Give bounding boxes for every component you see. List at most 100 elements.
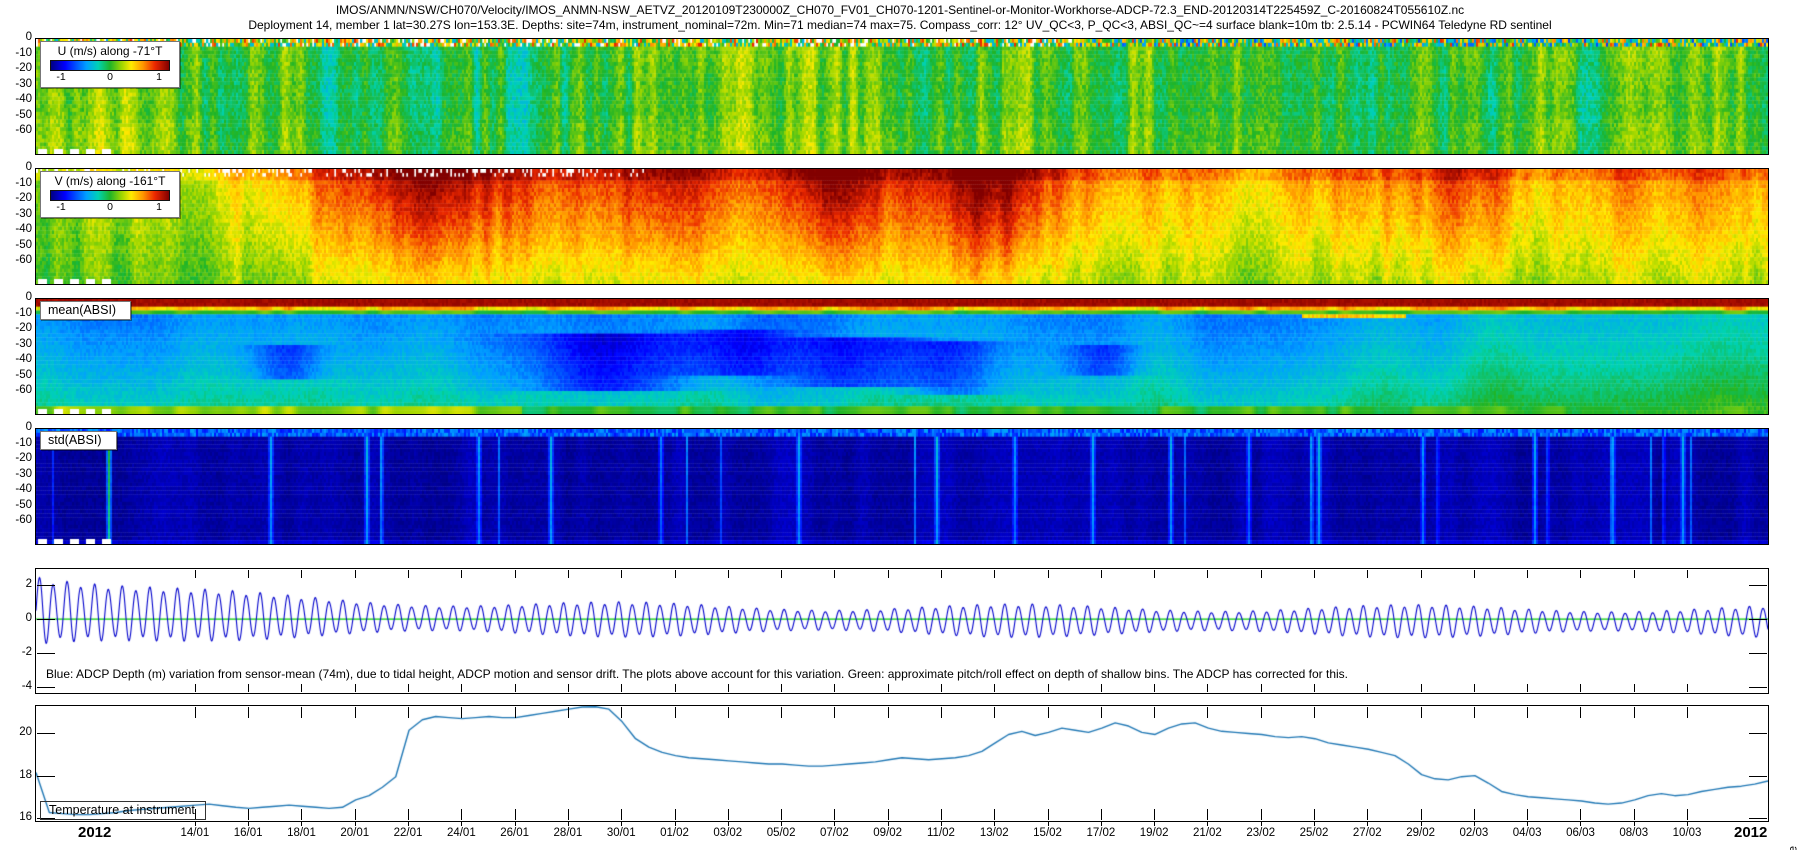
x-axis-year-right: 2012 xyxy=(1734,824,1767,841)
x-tick-mark xyxy=(834,809,835,820)
x-tick-mark xyxy=(781,707,782,718)
x-tick-mark xyxy=(248,570,249,578)
x-tick-mark xyxy=(941,821,942,826)
x-tick-mark xyxy=(568,809,569,820)
y-tick-label: -50 xyxy=(2,109,32,121)
y-tick-label: -10 xyxy=(2,177,32,189)
x-tick-mark xyxy=(1207,570,1208,578)
x-tick-mark xyxy=(941,707,942,718)
y-tick-label: -30 xyxy=(2,78,32,90)
y-tick-mark xyxy=(37,733,55,734)
x-tick-label: 23/02 xyxy=(1238,827,1284,839)
y-tick-label: 0 xyxy=(2,31,32,43)
x-tick-mark xyxy=(834,707,835,718)
x-tick-mark xyxy=(1207,707,1208,718)
y-tick-label: 0 xyxy=(2,612,32,624)
x-tick-mark xyxy=(621,570,622,578)
x-axis-year-left: 2012 xyxy=(78,824,111,841)
x-tick-mark xyxy=(1421,570,1422,578)
x-tick-mark xyxy=(1474,570,1475,578)
y-tick-label: -10 xyxy=(2,307,32,319)
x-tick-mark xyxy=(301,570,302,578)
x-tick-mark xyxy=(1527,809,1528,820)
x-tick-label: 20/01 xyxy=(332,827,378,839)
x-tick-mark xyxy=(515,809,516,820)
x-tick-mark xyxy=(888,570,889,578)
x-tick-mark xyxy=(834,570,835,578)
x-tick-mark xyxy=(941,684,942,692)
x-tick-mark xyxy=(728,707,729,718)
x-tick-mark xyxy=(1367,684,1368,692)
temperature-plot xyxy=(36,706,1768,821)
y-tick-label: -10 xyxy=(2,437,32,449)
x-tick-mark xyxy=(195,707,196,718)
x-tick-mark xyxy=(1261,684,1262,692)
x-tick-mark xyxy=(675,821,676,826)
x-tick-mark xyxy=(355,821,356,826)
y-tick-label: -40 xyxy=(2,93,32,105)
legend-u-title: U (m/s) along -71°T xyxy=(41,44,179,58)
x-tick-mark xyxy=(1154,821,1155,826)
legend-v-title: V (m/s) along -161°T xyxy=(41,174,179,188)
colorbar-u-tick-neg1: -1 xyxy=(56,71,65,83)
y-tick-mark xyxy=(1749,653,1767,654)
x-tick-mark xyxy=(461,570,462,578)
y-tick-label: -30 xyxy=(2,338,32,350)
x-tick-mark xyxy=(355,707,356,718)
x-tick-mark xyxy=(728,570,729,578)
y-tick-label: -60 xyxy=(2,384,32,396)
x-tick-mark xyxy=(461,809,462,820)
y-tick-mark xyxy=(37,619,55,620)
x-tick-mark xyxy=(1101,684,1102,692)
heatmap-v-velocity xyxy=(36,169,1768,284)
x-tick-mark xyxy=(248,707,249,718)
x-tick-mark xyxy=(1421,809,1422,820)
y-tick-label: -30 xyxy=(2,468,32,480)
x-tick-mark xyxy=(941,570,942,578)
x-tick-mark xyxy=(1634,570,1635,578)
x-tick-mark xyxy=(355,684,356,692)
y-tick-mark xyxy=(1749,733,1767,734)
y-tick-mark xyxy=(37,653,55,654)
x-tick-mark xyxy=(1314,684,1315,692)
x-tick-mark xyxy=(1367,570,1368,578)
x-tick-mark xyxy=(994,707,995,718)
y-tick-label: 16 xyxy=(2,811,32,823)
x-tick-mark xyxy=(1367,821,1368,826)
x-tick-mark xyxy=(781,809,782,820)
x-tick-label: 05/02 xyxy=(758,827,804,839)
x-tick-mark xyxy=(1314,821,1315,826)
x-tick-label: 18/01 xyxy=(278,827,324,839)
x-tick-mark xyxy=(621,809,622,820)
x-tick-mark xyxy=(834,821,835,826)
y-tick-label: -4 xyxy=(2,680,32,692)
x-tick-mark xyxy=(408,809,409,820)
y-tick-label: 0 xyxy=(2,291,32,303)
x-tick-label: 21/02 xyxy=(1184,827,1230,839)
y-tick-label: 20 xyxy=(2,726,32,738)
y-tick-label: -30 xyxy=(2,208,32,220)
x-tick-mark xyxy=(1314,707,1315,718)
x-tick-mark xyxy=(1687,821,1688,826)
x-tick-label: 14/01 xyxy=(172,827,218,839)
panel-depth-variation: Blue: ADCP Depth (m) variation from sens… xyxy=(35,568,1769,694)
y-tick-label: -60 xyxy=(2,124,32,136)
x-tick-mark xyxy=(1634,684,1635,692)
x-tick-mark xyxy=(1261,809,1262,820)
figure-subtitle-deployment: Deployment 14, member 1 lat=30.27S lon=1… xyxy=(0,18,1800,32)
y-tick-label: -50 xyxy=(2,369,32,381)
x-tick-mark xyxy=(1048,684,1049,692)
x-tick-mark xyxy=(1207,684,1208,692)
y-tick-mark xyxy=(37,687,55,688)
x-tick-mark xyxy=(621,821,622,826)
x-tick-label: 22/01 xyxy=(385,827,431,839)
x-tick-mark xyxy=(994,684,995,692)
x-tick-mark xyxy=(1474,809,1475,820)
x-tick-mark xyxy=(888,707,889,718)
x-tick-mark xyxy=(408,570,409,578)
x-tick-label: 10/03 xyxy=(1664,827,1710,839)
x-tick-mark xyxy=(1474,707,1475,718)
panel-v-velocity: V (m/s) along -161°T -1 0 1 xyxy=(35,168,1769,285)
x-tick-mark xyxy=(1527,821,1528,826)
x-tick-mark xyxy=(994,570,995,578)
